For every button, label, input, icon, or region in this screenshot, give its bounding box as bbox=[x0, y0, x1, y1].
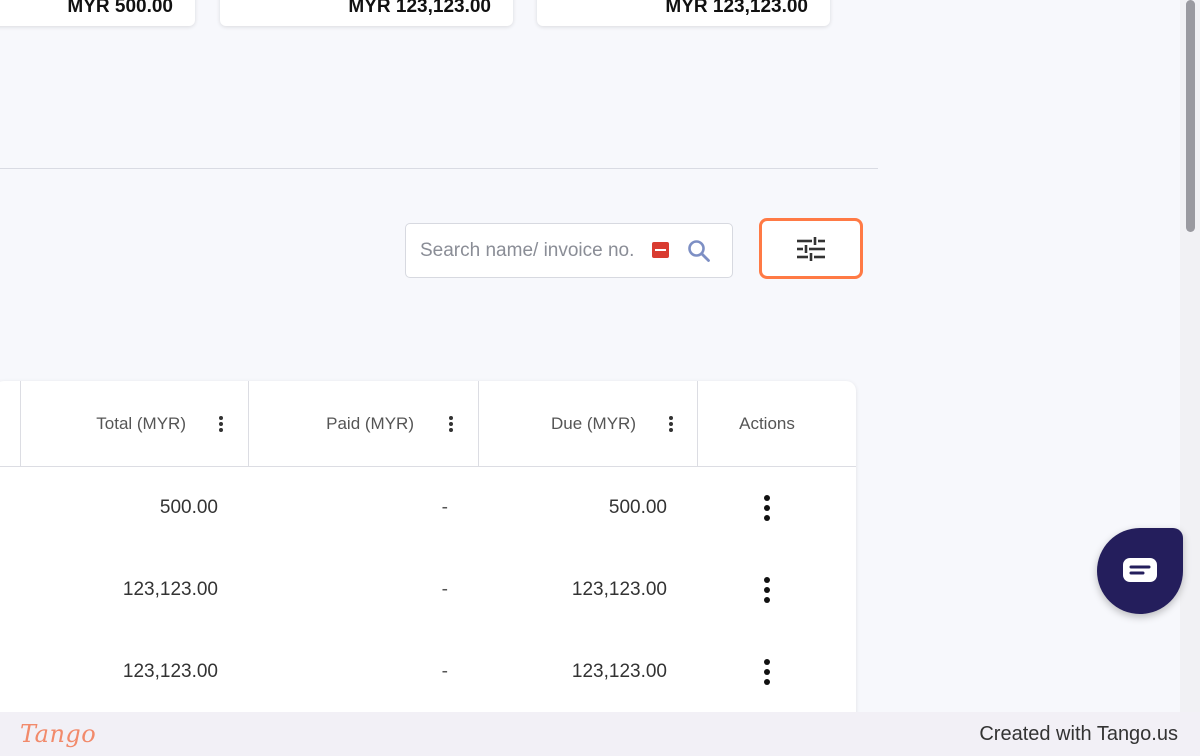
column-header-paid[interactable]: Paid (MYR) bbox=[248, 381, 478, 467]
cell-total: 123,123.00 bbox=[122, 661, 218, 682]
cell-actions bbox=[697, 631, 856, 713]
search-input[interactable] bbox=[420, 239, 650, 262]
search-icon[interactable] bbox=[686, 238, 712, 264]
column-menu-icon[interactable] bbox=[219, 416, 223, 432]
cell-due: 123,123.00 bbox=[571, 579, 667, 600]
table-row[interactable]: 123,123.00 - 123,123.00 bbox=[0, 631, 856, 713]
summary-card-due: MYR 123,123.00 bbox=[537, 0, 830, 26]
column-menu-icon[interactable] bbox=[449, 416, 453, 432]
cell-due: 123,123.00 bbox=[571, 661, 667, 682]
column-header-label: Paid (MYR) bbox=[326, 414, 414, 433]
keyboard-shortcut-icon bbox=[652, 242, 669, 258]
summary-card-amount: MYR 500.00 bbox=[67, 0, 173, 17]
cell-actions bbox=[697, 549, 856, 631]
more-vertical-icon[interactable] bbox=[763, 495, 770, 521]
summary-card-total: MYR 500.00 bbox=[0, 0, 195, 26]
column-header-label: Total (MYR) bbox=[96, 414, 186, 433]
table-header: Total (MYR) Paid (MYR) Due (MYR) Actions bbox=[0, 381, 856, 467]
footer-bar: Tango Created with Tango.us bbox=[0, 712, 1200, 756]
filter-sliders-icon bbox=[797, 236, 825, 261]
chat-icon bbox=[1123, 558, 1157, 582]
cell-total: 500.00 bbox=[159, 497, 218, 518]
column-header-total[interactable]: Total (MYR) bbox=[20, 381, 248, 467]
page-scrollbar[interactable] bbox=[1180, 0, 1200, 712]
column-header-label: Actions bbox=[739, 414, 795, 433]
summary-card-amount: MYR 123,123.00 bbox=[348, 0, 491, 17]
tango-logo[interactable]: Tango bbox=[20, 720, 96, 748]
column-header-label: Due (MYR) bbox=[550, 414, 636, 433]
search-box[interactable] bbox=[405, 223, 733, 278]
filter-button[interactable] bbox=[759, 218, 863, 279]
table-row[interactable]: 500.00 - 500.00 bbox=[0, 467, 856, 549]
invoice-table: Total (MYR) Paid (MYR) Due (MYR) Actions… bbox=[0, 381, 856, 741]
summary-card-paid: MYR 123,123.00 bbox=[220, 0, 513, 26]
column-header-actions: Actions bbox=[697, 381, 856, 467]
cell-due: 500.00 bbox=[608, 497, 667, 518]
footer-credit[interactable]: Created with Tango.us bbox=[979, 723, 1178, 746]
scrollbar-thumb[interactable] bbox=[1186, 0, 1195, 232]
more-vertical-icon[interactable] bbox=[763, 659, 770, 685]
column-menu-icon[interactable] bbox=[669, 416, 673, 432]
section-divider bbox=[0, 168, 878, 169]
cell-total: 123,123.00 bbox=[122, 579, 218, 600]
more-vertical-icon[interactable] bbox=[763, 577, 770, 603]
cell-paid: - bbox=[441, 661, 448, 682]
summary-card-amount: MYR 123,123.00 bbox=[665, 0, 808, 17]
page: MYR 500.00 MYR 123,123.00 MYR 123,123.00… bbox=[0, 0, 1200, 756]
cell-actions bbox=[697, 467, 856, 549]
cell-paid: - bbox=[441, 497, 448, 518]
cell-paid: - bbox=[441, 579, 448, 600]
chat-button[interactable] bbox=[1097, 528, 1183, 614]
table-row[interactable]: 123,123.00 - 123,123.00 bbox=[0, 549, 856, 631]
column-header-due[interactable]: Due (MYR) bbox=[478, 381, 698, 467]
